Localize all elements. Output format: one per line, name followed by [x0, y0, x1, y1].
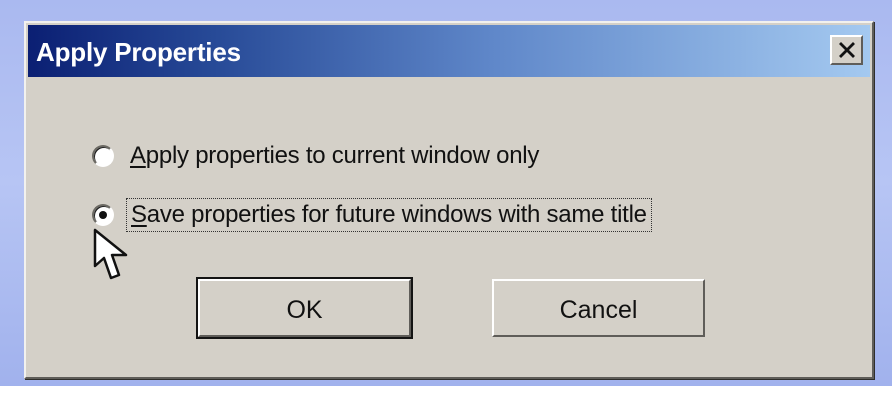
radio-selected-dot — [99, 211, 107, 219]
apply-properties-dialog: Apply Properties Apply properties to cur… — [24, 21, 874, 379]
radio-apply-current-window[interactable] — [92, 145, 114, 167]
mouse-pointer-icon — [93, 228, 128, 280]
cancel-button[interactable]: Cancel — [492, 279, 705, 337]
option-label-apply-current-window[interactable]: Apply properties to current window only — [130, 140, 539, 172]
page-bottom-strip — [0, 386, 892, 404]
option-label-mnemonic: A — [130, 142, 146, 169]
option-label-save-future-windows[interactable]: Save properties for future windows with … — [126, 198, 652, 232]
option-label-mnemonic: S — [131, 201, 147, 228]
option-apply-current-window[interactable]: Apply properties to current window only — [92, 138, 539, 174]
option-save-future-windows[interactable]: Save properties for future windows with … — [92, 197, 652, 233]
dialog-content: Apply properties to current window only … — [26, 23, 872, 377]
radio-save-future-windows[interactable] — [92, 204, 114, 226]
ok-button[interactable]: OK — [198, 279, 411, 337]
option-label-text: ave properties for future windows with s… — [146, 201, 647, 228]
option-label-text: pply properties to current window only — [145, 142, 540, 169]
